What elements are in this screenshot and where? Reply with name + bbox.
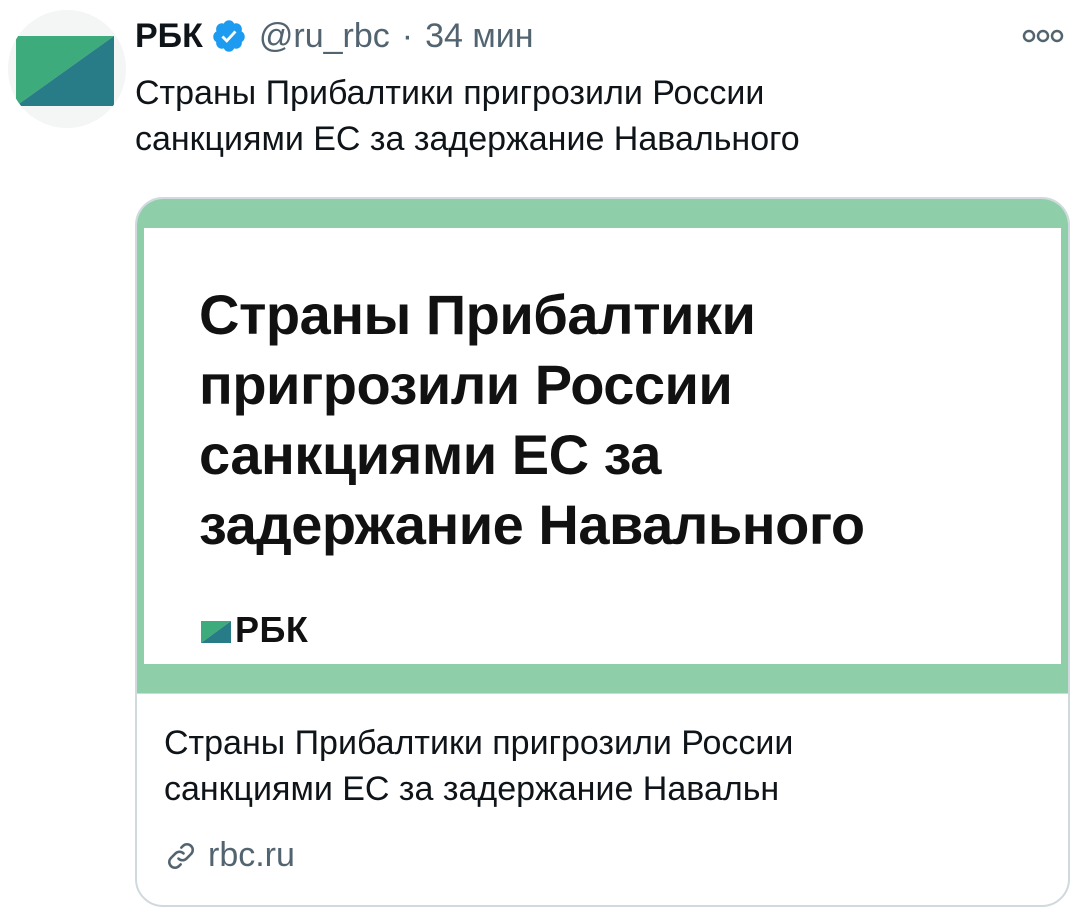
rbc-logo-icon xyxy=(8,10,126,128)
image-headline-line: санкциями ЕС за xyxy=(199,423,661,486)
link-preview-card[interactable]: Страны Прибалтики пригрозили России санк… xyxy=(135,197,1070,907)
tweet-text-line: санкциями ЕС за задержание Навального xyxy=(135,120,800,158)
display-name[interactable]: РБК xyxy=(135,17,203,56)
avatar[interactable] xyxy=(8,10,126,128)
image-headline-line: задержание Навального xyxy=(199,493,865,556)
card-title-line: санкциями ЕС за задержание Навальн xyxy=(164,770,780,808)
image-logo-text: РБК xyxy=(235,609,309,650)
card-title-line: Страны Прибалтики пригрозили России xyxy=(164,724,794,762)
user-handle[interactable]: @ru_rbc xyxy=(259,17,390,56)
separator-dot: · xyxy=(401,16,414,55)
card-domain[interactable]: rbc.ru xyxy=(164,836,295,875)
card-image-content: Страны Прибалтики пригрозили России санк… xyxy=(144,228,1061,664)
image-headline-line: пригрозили России xyxy=(199,353,733,416)
tweet-text: Страны Прибалтики пригрозили России санк… xyxy=(135,70,1015,162)
tweet-text-line: Страны Прибалтики пригрозили России xyxy=(135,74,765,112)
more-dots-icon xyxy=(1022,29,1064,43)
card-title: Страны Прибалтики пригрозили России санк… xyxy=(164,720,793,812)
image-headline-line: Страны Прибалтики xyxy=(199,283,756,346)
more-options-button[interactable] xyxy=(1018,16,1068,56)
image-brand-logo: РБК xyxy=(201,609,309,650)
verified-badge-icon xyxy=(211,18,247,54)
card-image[interactable]: Страны Прибалтики пригрозили России санк… xyxy=(137,199,1068,693)
tweet-timestamp[interactable]: 34 мин xyxy=(425,17,533,56)
tweet-header: РБК @ru_rbc · 34 мин xyxy=(135,12,534,60)
rbc-logo-icon xyxy=(201,621,231,643)
card-domain-text: rbc.ru xyxy=(208,836,295,874)
link-icon xyxy=(164,839,198,873)
image-headline: Страны Прибалтики пригрозили России санк… xyxy=(199,280,865,560)
card-body[interactable]: Страны Прибалтики пригрозили России санк… xyxy=(137,693,1068,905)
